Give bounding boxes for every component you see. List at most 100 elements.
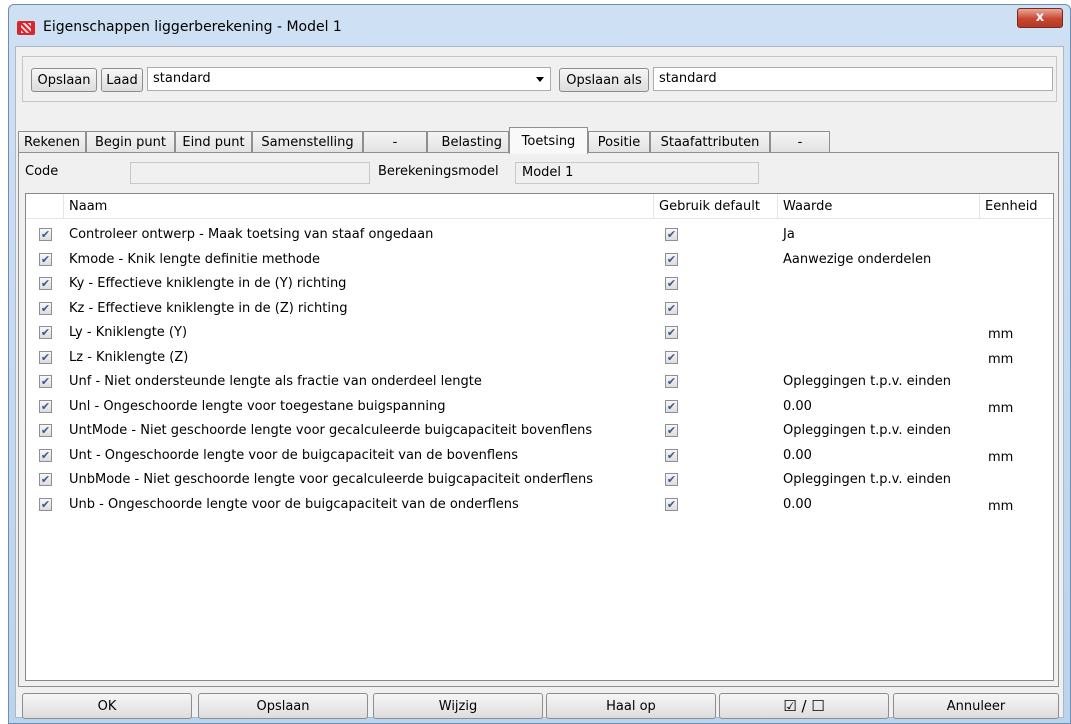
row-value[interactable]: 0.00 <box>783 396 812 420</box>
grid-body: ✔ Controleer ontwerp - Maak toetsing van… <box>26 224 1053 679</box>
row-enable-checkbox[interactable]: ✔ <box>39 326 52 339</box>
table-row[interactable]: ✔ Ly - Kniklengte (Y) ✔ mm <box>26 322 1053 346</box>
use-default-checkbox[interactable]: ✔ <box>665 326 678 339</box>
tab-dash-1[interactable]: - <box>363 131 427 153</box>
row-value[interactable]: Opleggingen t.p.v. einden <box>783 371 951 395</box>
header-name[interactable]: Naam <box>64 194 654 219</box>
row-name: Unf - Niet ondersteunde lengte als fract… <box>69 374 482 389</box>
header-value[interactable]: Waarde <box>778 194 980 219</box>
toggle-all-button[interactable]: ☑ / ☐ <box>719 693 889 719</box>
tab-rekenen[interactable]: Rekenen <box>18 131 86 153</box>
preset-select[interactable]: standard <box>147 67 551 91</box>
row-enable-checkbox[interactable]: ✔ <box>39 473 52 486</box>
row-value[interactable]: 0.00 <box>783 445 812 469</box>
use-default-checkbox[interactable]: ✔ <box>665 350 678 364</box>
row-enable-checkbox[interactable]: ✔ <box>39 375 52 388</box>
row-name: Controleer ontwerp - Maak toetsing van s… <box>69 227 434 242</box>
use-default-checkbox[interactable]: ✔ <box>665 497 678 511</box>
table-row[interactable]: ✔ Unb - Ongeschoorde lengte voor de buig… <box>26 494 1053 518</box>
table-row[interactable]: ✔ UnbMode - Niet geschoorde lengte voor … <box>26 469 1053 493</box>
header-check-column <box>26 194 64 219</box>
row-enable-checkbox[interactable]: ✔ <box>39 424 52 437</box>
save-button[interactable]: Opslaan <box>198 693 368 719</box>
row-enable-checkbox[interactable]: ✔ <box>39 448 52 462</box>
tab-toetsing[interactable]: Toetsing <box>509 127 588 154</box>
code-field[interactable] <box>130 162 370 184</box>
row-enable-checkbox[interactable]: ✔ <box>39 277 52 290</box>
row-enable-checkbox[interactable]: ✔ <box>39 350 52 364</box>
model-label: Berekeningsmodel <box>378 164 499 179</box>
use-default-checkbox[interactable]: ✔ <box>665 375 678 388</box>
row-name: Unb - Ongeschoorde lengte voor de buigca… <box>69 496 519 512</box>
use-default-checkbox[interactable]: ✔ <box>665 473 678 486</box>
table-row[interactable]: ✔ Kmode - Knik lengte definitie methode … <box>26 249 1053 273</box>
row-enable-checkbox[interactable]: ✔ <box>39 497 52 511</box>
tab-eind-punt[interactable]: Eind punt <box>175 131 252 153</box>
code-label: Code <box>25 164 59 179</box>
app-icon <box>17 21 35 35</box>
row-unit: mm <box>988 327 1014 342</box>
row-value[interactable]: Opleggingen t.p.v. einden <box>783 420 951 444</box>
save-as-button[interactable]: Opslaan als <box>559 68 649 92</box>
use-default-checkbox[interactable]: ✔ <box>665 277 678 290</box>
dialog-button-bar: OK Opslaan Wijzig Haal op ☑ / ☐ Annuleer <box>16 691 1065 721</box>
properties-grid: Naam Gebruik default Waarde Eenheid ✔ Co… <box>25 193 1054 681</box>
use-default-checkbox[interactable]: ✔ <box>665 399 678 413</box>
chevron-down-icon[interactable] <box>536 77 544 82</box>
model-field[interactable]: Model 1 <box>515 162 759 184</box>
table-row[interactable]: ✔ UntMode - Niet geschoorde lengte voor … <box>26 420 1053 444</box>
row-name: Unt - Ongeschoorde lengte voor de buigca… <box>69 447 519 463</box>
row-value[interactable]: Opleggingen t.p.v. einden <box>783 469 951 493</box>
row-name: UntMode - Niet geschoorde lengte voor ge… <box>69 423 593 438</box>
close-button[interactable]: x <box>1017 8 1063 28</box>
row-name: UnbMode - Niet geschoorde lengte voor ge… <box>69 472 594 487</box>
use-default-checkbox[interactable]: ✔ <box>665 424 678 437</box>
row-value[interactable]: 0.00 <box>783 494 812 518</box>
row-name: Lz - Kniklengte (Z) <box>69 349 189 365</box>
row-unit: mm <box>988 400 1014 416</box>
ok-button[interactable]: OK <box>22 693 192 719</box>
table-row[interactable]: ✔ Controleer ontwerp - Maak toetsing van… <box>26 224 1053 248</box>
use-default-checkbox[interactable]: ✔ <box>665 252 678 266</box>
row-unit: mm <box>988 498 1014 514</box>
tab-begin-punt[interactable]: Begin punt <box>86 131 175 153</box>
table-row[interactable]: ✔ Unt - Ongeschoorde lengte voor de buig… <box>26 445 1053 469</box>
dialog-window: Eigenschappen liggerberekening - Model 1… <box>8 4 1071 724</box>
header-use-default[interactable]: Gebruik default <box>654 194 778 219</box>
cancel-button[interactable]: Annuleer <box>893 693 1059 719</box>
use-default-checkbox[interactable]: ✔ <box>665 448 678 462</box>
row-enable-checkbox[interactable]: ✔ <box>39 252 52 266</box>
tab-positie[interactable]: Positie <box>588 131 650 153</box>
get-button[interactable]: Haal op <box>546 693 716 719</box>
window-title: Eigenschappen liggerberekening - Model 1 <box>43 19 342 35</box>
modify-button[interactable]: Wijzig <box>373 693 543 719</box>
tab-belasting[interactable]: Belasting <box>427 131 509 153</box>
row-name: Unl - Ongeschoorde lengte voor toegestan… <box>69 398 446 414</box>
save-preset-button[interactable]: Opslaan <box>31 68 97 92</box>
table-row[interactable]: ✔ Ky - Effectieve kniklengte in de (Y) r… <box>26 273 1053 297</box>
use-default-checkbox[interactable]: ✔ <box>665 228 678 241</box>
dialog-client: Opslaan Laad standard Opslaan als standa… <box>15 46 1065 721</box>
row-value[interactable]: Aanwezige onderdelen <box>783 249 931 273</box>
row-value[interactable]: Ja <box>783 224 795 248</box>
row-unit: mm <box>988 351 1014 367</box>
use-default-checkbox[interactable]: ✔ <box>665 301 678 315</box>
row-enable-checkbox[interactable]: ✔ <box>39 301 52 315</box>
tab-dash-2[interactable]: - <box>770 131 830 153</box>
tab-staafattributen[interactable]: Staafattributen <box>650 131 770 153</box>
save-as-name-input[interactable]: standard <box>653 67 1053 91</box>
toetsing-panel: Code Berekeningsmodel Model 1 Naam Gebru… <box>18 152 1059 687</box>
grid-header: Naam Gebruik default Waarde Eenheid <box>26 194 1053 219</box>
header-unit[interactable]: Eenheid <box>980 194 1055 219</box>
row-name: Ly - Kniklengte (Y) <box>69 325 188 340</box>
table-row[interactable]: ✔ Lz - Kniklengte (Z) ✔ mm <box>26 347 1053 371</box>
table-row[interactable]: ✔ Kz - Effectieve kniklengte in de (Z) r… <box>26 298 1053 322</box>
row-enable-checkbox[interactable]: ✔ <box>39 228 52 241</box>
table-row[interactable]: ✔ Unl - Ongeschoorde lengte voor toegest… <box>26 396 1053 420</box>
tab-samenstelling[interactable]: Samenstelling <box>252 131 363 153</box>
load-preset-button[interactable]: Laad <box>101 68 143 92</box>
row-enable-checkbox[interactable]: ✔ <box>39 399 52 413</box>
preset-toolbar: Opslaan Laad standard Opslaan als standa… <box>22 56 1057 102</box>
table-row[interactable]: ✔ Unf - Niet ondersteunde lengte als fra… <box>26 371 1053 395</box>
title-bar: Eigenschappen liggerberekening - Model 1… <box>9 5 1070 50</box>
